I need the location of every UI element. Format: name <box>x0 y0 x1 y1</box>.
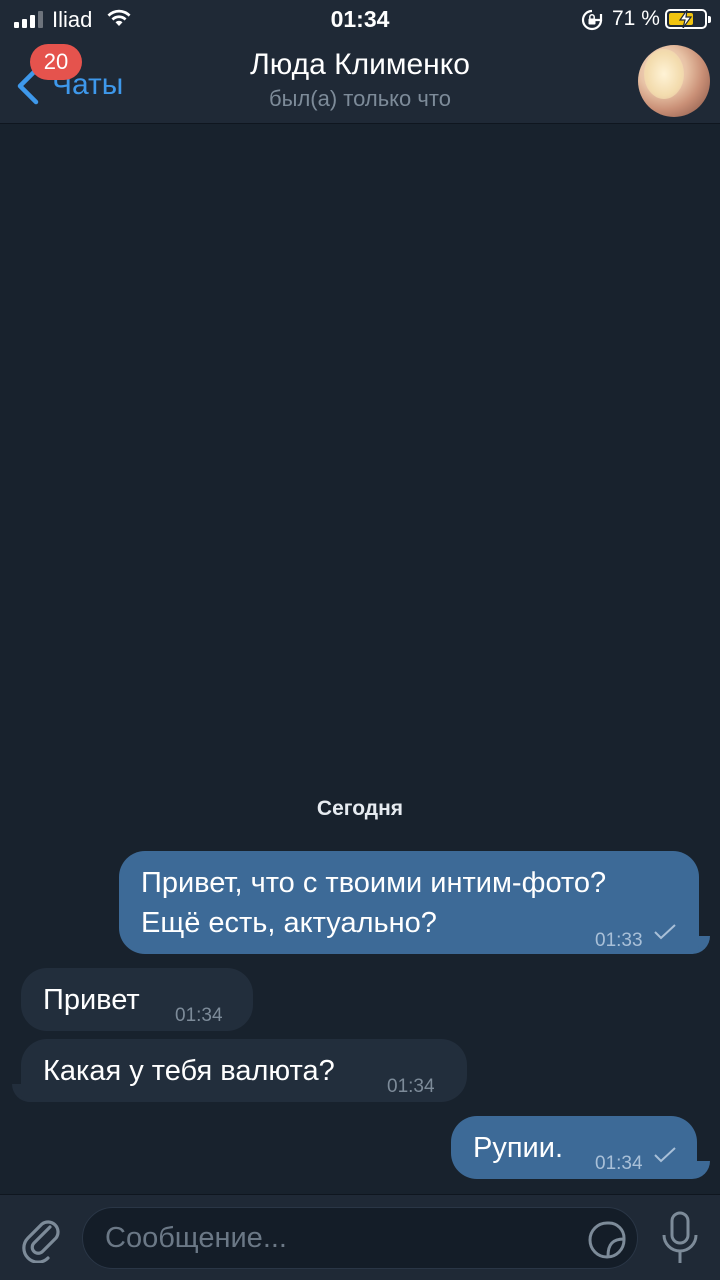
status-bar: Iliad 01:34 71 % <box>0 0 720 40</box>
sticker-button[interactable] <box>587 1220 627 1260</box>
chat-title[interactable]: Люда Клименко <box>0 48 720 82</box>
incoming-message[interactable]: Какая у тебя валюта? 01:34 <box>21 1039 467 1102</box>
message-time: 01:33 <box>595 930 643 951</box>
outgoing-message[interactable]: Рупии. 01:34 <box>451 1116 697 1179</box>
microphone-button[interactable] <box>660 1211 700 1265</box>
battery-percent: 71 % <box>612 7 660 30</box>
message-time: 01:34 <box>175 1005 223 1026</box>
battery-charging-icon <box>665 9 711 29</box>
sent-check-icon <box>654 924 676 940</box>
message-input-field[interactable] <box>82 1207 638 1269</box>
message-input[interactable] <box>105 1208 565 1268</box>
message-time: 01:34 <box>595 1153 643 1174</box>
message-text: Привет <box>43 984 140 1016</box>
avatar[interactable] <box>638 45 710 117</box>
last-seen-status: был(а) только что <box>269 86 451 111</box>
incoming-message[interactable]: Привет 01:34 <box>21 968 253 1031</box>
sticker-icon <box>588 1221 626 1259</box>
message-text: Какая у тебя валюта? <box>43 1055 335 1087</box>
sent-check-icon <box>654 1147 676 1163</box>
attach-button[interactable] <box>20 1213 64 1264</box>
paperclip-icon <box>22 1220 60 1264</box>
message-text: Рупии. <box>473 1132 564 1164</box>
microphone-icon <box>662 1211 698 1263</box>
chat-header: Чаты 20 Люда Клименко был(а) только что <box>0 40 720 124</box>
message-text: Привет, что с твоими интим-фото? <box>141 867 607 899</box>
outgoing-message[interactable]: Привет, что с твоими интим-фото? Ещё ест… <box>119 851 699 954</box>
message-time: 01:34 <box>387 1076 435 1097</box>
rotation-lock-icon <box>580 8 604 37</box>
date-separator: Сегодня <box>316 797 404 820</box>
message-composer <box>0 1194 720 1280</box>
